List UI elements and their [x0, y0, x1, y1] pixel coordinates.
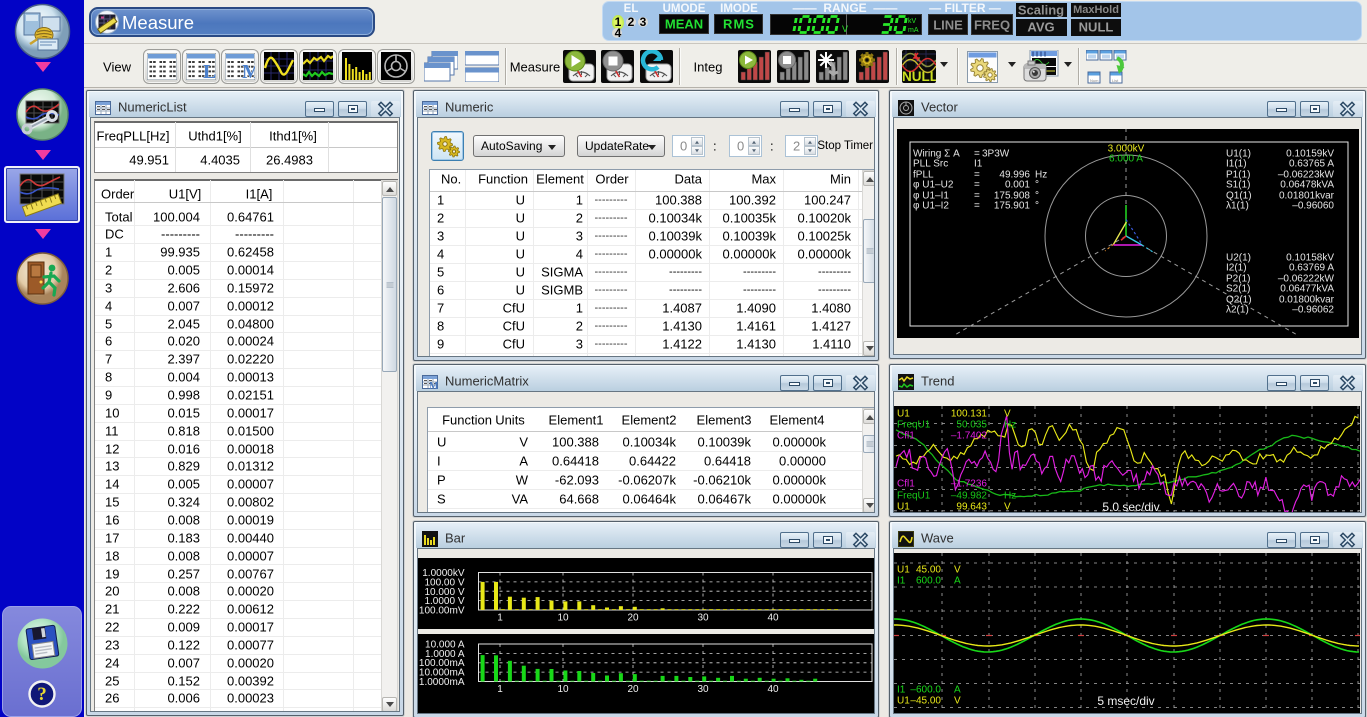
svg-text:V: V: [842, 24, 848, 34]
svg-text:30: 30: [697, 684, 709, 695]
svg-text:1.0000mA: 1.0000mA: [419, 677, 465, 688]
svg-text:10: 10: [557, 684, 569, 695]
svg-text:M: M: [429, 381, 438, 390]
svg-text:List: List: [1112, 78, 1119, 83]
svg-text:100.00mV: 100.00mV: [419, 606, 465, 617]
svg-text:20: 20: [627, 684, 639, 695]
svg-text:L: L: [203, 61, 216, 80]
svg-text:mA: mA: [908, 27, 919, 34]
svg-text:M: M: [242, 61, 255, 80]
svg-text:NULL: NULL: [902, 69, 936, 83]
svg-text:10: 10: [557, 613, 569, 624]
svg-text:20: 20: [627, 613, 639, 624]
svg-text:?: ?: [37, 684, 47, 705]
svg-text:kV: kV: [908, 18, 917, 25]
svg-text:Num: Num: [1090, 78, 1099, 83]
svg-text:30: 30: [697, 613, 709, 624]
svg-text:40: 40: [767, 613, 779, 624]
svg-text:1: 1: [497, 613, 503, 624]
svg-text:1: 1: [497, 684, 503, 695]
svg-text:40: 40: [767, 684, 779, 695]
